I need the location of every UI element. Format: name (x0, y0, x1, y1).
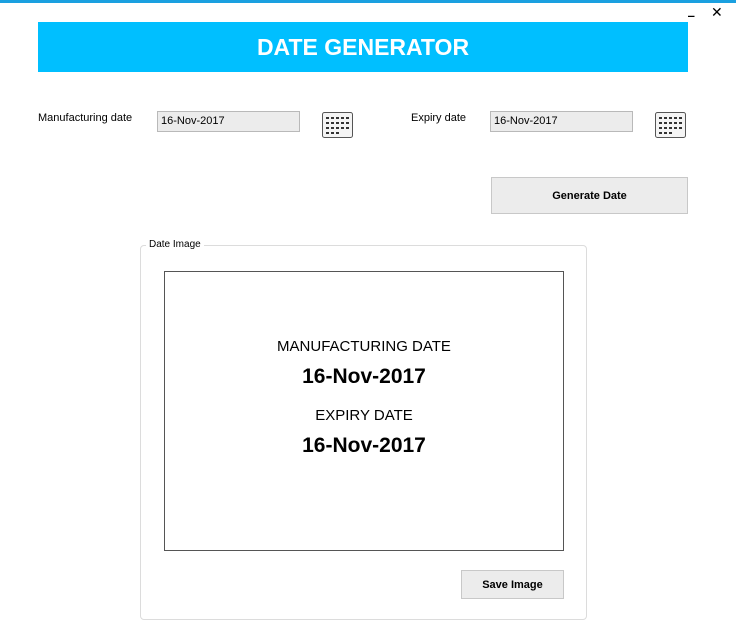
manufacturing-date-heading: MANUFACTURING DATE (277, 338, 451, 355)
save-image-button[interactable]: Save Image (461, 570, 564, 599)
date-image-preview: MANUFACTURING DATE 16-Nov-2017 EXPIRY DA… (164, 271, 564, 551)
expiry-date-field[interactable]: 16-Nov-2017 (490, 111, 633, 132)
expiry-date-value: 16-Nov-2017 (302, 434, 426, 457)
app-title-banner: DATE GENERATOR (38, 22, 688, 72)
expiry-date-label: Expiry date (411, 112, 467, 124)
minimize-button[interactable]: _ (688, 4, 695, 18)
manufacturing-date-value: 16-Nov-2017 (302, 365, 426, 388)
expiry-calendar-icon[interactable] (655, 112, 686, 138)
close-button[interactable]: ✕ (711, 6, 723, 20)
generate-date-button[interactable]: Generate Date (491, 177, 688, 214)
manufacturing-date-field[interactable]: 16-Nov-2017 (157, 111, 300, 132)
manufacturing-date-label: Manufacturing date (38, 112, 133, 124)
expiry-date-heading: EXPIRY DATE (315, 407, 413, 424)
manufacturing-calendar-icon[interactable] (322, 112, 353, 138)
app-title: DATE GENERATOR (256, 33, 470, 60)
date-image-group-title: Date Image (146, 239, 204, 250)
window-top-border (0, 0, 736, 3)
